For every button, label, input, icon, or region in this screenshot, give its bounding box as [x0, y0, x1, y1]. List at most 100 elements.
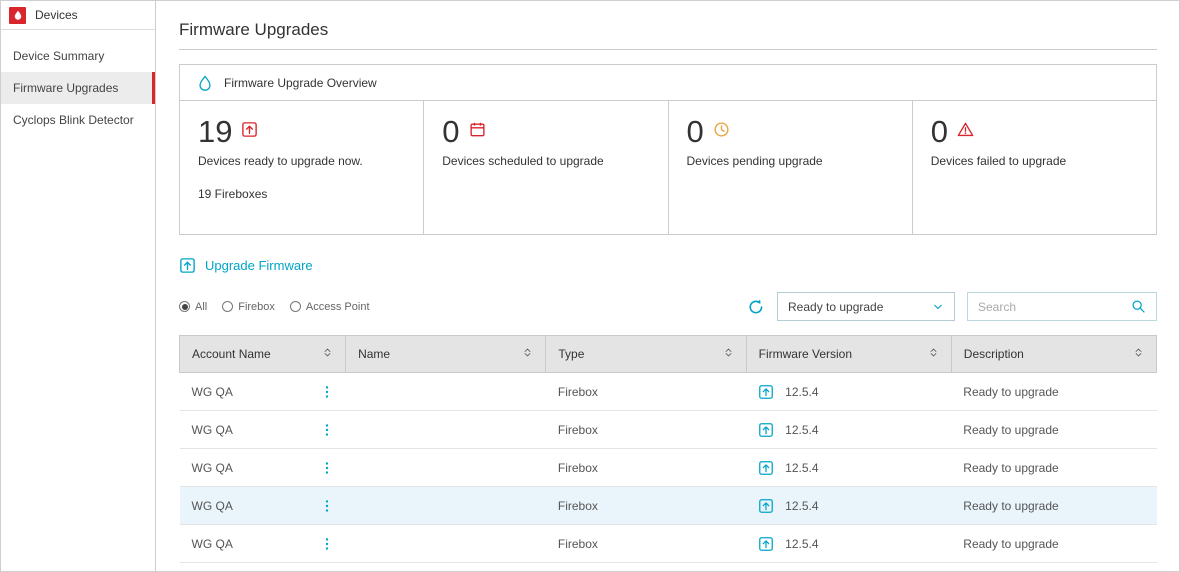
calendar-icon	[469, 121, 486, 138]
firmware-version: 12.5.4	[785, 461, 818, 475]
devices-table: Account Name Name Type Firmware Version …	[179, 335, 1157, 563]
sidebar-item-firmware-upgrades[interactable]: Firmware Upgrades	[1, 72, 155, 104]
overview-card-header: Firmware Upgrade Overview	[180, 65, 1156, 101]
overview-stats: 19 Devices ready to upgrade now. 19 Fire…	[180, 101, 1156, 234]
column-label: Description	[964, 347, 1024, 361]
stat-failed-to-upgrade: 0 Devices failed to upgrade	[913, 101, 1156, 234]
device-type: Firebox	[546, 373, 746, 411]
column-label: Type	[558, 347, 584, 361]
sidebar-item-cyclops-blink-detector[interactable]: Cyclops Blink Detector	[1, 104, 155, 136]
upload-icon[interactable]	[758, 498, 774, 514]
column-label: Name	[358, 347, 390, 361]
sidebar-item-device-summary[interactable]: Device Summary	[1, 40, 155, 72]
device-status: Ready to upgrade	[951, 373, 1156, 411]
radio-icon	[222, 301, 233, 312]
stat-ready-to-upgrade: 19 Devices ready to upgrade now. 19 Fire…	[180, 101, 424, 234]
filter-row: All Firebox Access Point Ready to upgrad…	[179, 292, 1157, 321]
account-name: WG QA	[192, 423, 233, 437]
radio-all[interactable]: All	[179, 301, 207, 313]
warning-icon	[957, 121, 974, 138]
sort-icon[interactable]	[928, 345, 939, 363]
upload-icon	[179, 257, 196, 274]
upload-icon	[241, 121, 258, 138]
page-title: Firmware Upgrades	[179, 20, 1157, 50]
firmware-upgrade-overview-card: Firmware Upgrade Overview 19 Devices rea…	[179, 64, 1157, 235]
device-status: Ready to upgrade	[951, 449, 1156, 487]
overview-card-title: Firmware Upgrade Overview	[224, 76, 377, 90]
account-name: WG QA	[192, 537, 233, 551]
watchguard-logo-icon	[9, 7, 26, 24]
radio-label: Access Point	[306, 301, 370, 313]
brand-header[interactable]: Devices	[1, 1, 155, 30]
status-filter-dropdown[interactable]: Ready to upgrade	[777, 292, 955, 321]
device-type: Firebox	[546, 525, 746, 563]
kebab-menu-icon[interactable]	[320, 460, 334, 476]
stat-label: Devices pending upgrade	[687, 154, 894, 168]
device-status: Ready to upgrade	[951, 525, 1156, 563]
app-root: Devices Device Summary Firmware Upgrades…	[0, 0, 1180, 572]
table-header-row: Account Name Name Type Firmware Version …	[180, 336, 1157, 373]
table-row-selected[interactable]: WG QA Firebox 12.5.4 Ready to upgrade	[180, 487, 1157, 525]
account-name: WG QA	[192, 385, 233, 399]
column-label: Account Name	[192, 347, 271, 361]
account-name: WG QA	[192, 499, 233, 513]
table-row[interactable]: WG QA Firebox 12.5.4 Ready to upgrade	[180, 373, 1157, 411]
refresh-icon[interactable]	[747, 298, 765, 316]
column-header-type[interactable]: Type	[546, 336, 746, 373]
firmware-version: 12.5.4	[785, 385, 818, 399]
stat-value: 0	[687, 116, 704, 149]
firmware-version: 12.5.4	[785, 499, 818, 513]
search-input[interactable]	[978, 300, 1131, 314]
upgrade-firmware-button[interactable]: Upgrade Firmware	[179, 257, 313, 274]
table-row[interactable]: WG QA Firebox 12.5.4 Ready to upgrade	[180, 411, 1157, 449]
kebab-menu-icon[interactable]	[320, 498, 334, 514]
firmware-version: 12.5.4	[785, 537, 818, 551]
kebab-menu-icon[interactable]	[320, 384, 334, 400]
radio-label: Firebox	[238, 301, 275, 313]
column-header-description[interactable]: Description	[951, 336, 1156, 373]
device-type: Firebox	[546, 449, 746, 487]
clock-icon	[713, 121, 730, 138]
kebab-menu-icon[interactable]	[320, 536, 334, 552]
table-row[interactable]: WG QA Firebox 12.5.4 Ready to upgrade	[180, 525, 1157, 563]
status-filter-value: Ready to upgrade	[788, 300, 883, 314]
column-header-firmware-version[interactable]: Firmware Version	[746, 336, 951, 373]
radio-access-point[interactable]: Access Point	[290, 301, 370, 313]
main-content: Firmware Upgrades Firmware Upgrade Overv…	[156, 1, 1179, 571]
stat-value: 0	[931, 116, 948, 149]
device-type: Firebox	[546, 487, 746, 525]
device-status: Ready to upgrade	[951, 487, 1156, 525]
firmware-drop-icon	[197, 75, 213, 91]
sort-icon[interactable]	[1133, 345, 1144, 363]
upload-icon[interactable]	[758, 422, 774, 438]
column-header-name[interactable]: Name	[346, 336, 546, 373]
sort-icon[interactable]	[322, 345, 333, 363]
column-header-account-name[interactable]: Account Name	[180, 336, 346, 373]
device-status: Ready to upgrade	[951, 411, 1156, 449]
upload-icon[interactable]	[758, 536, 774, 552]
stat-label: Devices ready to upgrade now.	[198, 154, 405, 168]
stat-pending-upgrade: 0 Devices pending upgrade	[669, 101, 913, 234]
stat-label: Devices failed to upgrade	[931, 154, 1138, 168]
table-row[interactable]: WG QA Firebox 12.5.4 Ready to upgrade	[180, 449, 1157, 487]
sidebar: Devices Device Summary Firmware Upgrades…	[1, 1, 156, 571]
stat-value: 0	[442, 116, 459, 149]
sort-icon[interactable]	[522, 345, 533, 363]
radio-icon	[290, 301, 301, 312]
firmware-version: 12.5.4	[785, 423, 818, 437]
upload-icon[interactable]	[758, 460, 774, 476]
radio-firebox[interactable]: Firebox	[222, 301, 275, 313]
upgrade-firmware-label: Upgrade Firmware	[205, 258, 313, 273]
stat-label: Devices scheduled to upgrade	[442, 154, 649, 168]
column-label: Firmware Version	[759, 347, 852, 361]
kebab-menu-icon[interactable]	[320, 422, 334, 438]
search-icon[interactable]	[1131, 299, 1146, 314]
device-type: Firebox	[546, 411, 746, 449]
stat-scheduled-to-upgrade: 0 Devices scheduled to upgrade	[424, 101, 668, 234]
type-filter-radios: All Firebox Access Point	[179, 301, 370, 313]
stat-sublabel: 19 Fireboxes	[198, 187, 405, 201]
brand-label: Devices	[35, 8, 78, 22]
chevron-down-icon	[932, 301, 944, 313]
upload-icon[interactable]	[758, 384, 774, 400]
sort-icon[interactable]	[723, 345, 734, 363]
